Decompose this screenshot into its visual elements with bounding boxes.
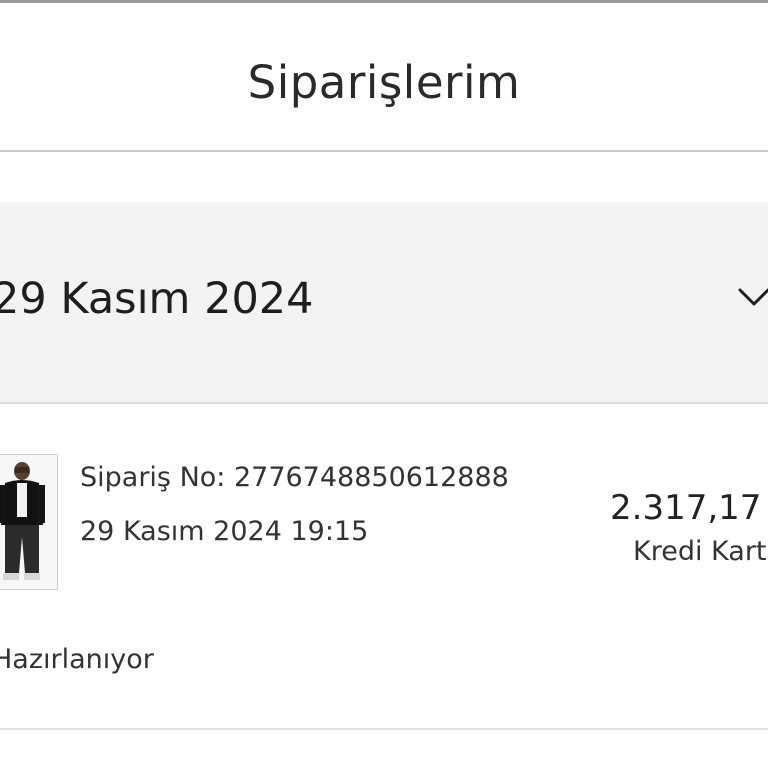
order-number: Sipariş No: 2776748850612888 (80, 462, 509, 493)
order-card[interactable]: Sipariş No: 2776748850612888 29 Kasım 20… (0, 404, 768, 730)
product-thumbnail[interactable] (0, 454, 58, 590)
order-group-date: 29 Kasım 2024 (0, 274, 314, 324)
chevron-down-icon[interactable] (738, 282, 768, 312)
order-group-header[interactable]: 29 Kasım 2024 (0, 202, 768, 404)
order-datetime: 29 Kasım 2024 19:15 (80, 516, 369, 547)
payment-method: Kredi Kartı (633, 536, 768, 567)
page-header: Siparişlerim (0, 8, 768, 152)
page-title: Siparişlerim (247, 56, 521, 109)
product-image (0, 455, 57, 589)
order-price: 2.317,17 TL (610, 488, 768, 528)
order-status: Hazırlanıyor (0, 644, 154, 675)
